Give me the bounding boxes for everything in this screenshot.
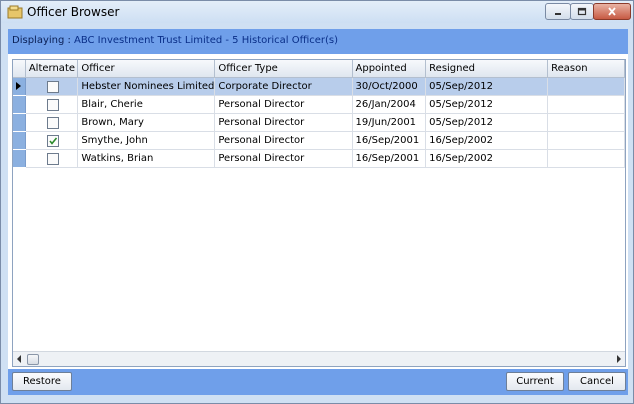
current-button[interactable]: Current	[506, 372, 564, 391]
officer-grid: Alternate Officer Officer Type Appointed…	[12, 59, 626, 367]
cancel-button[interactable]: Cancel	[568, 372, 626, 391]
scroll-left-icon[interactable]	[17, 355, 21, 363]
column-header-officer[interactable]: Officer	[77, 60, 216, 78]
window-title: Officer Browser	[27, 5, 120, 19]
appointed-cell[interactable]: 16/Sep/2001	[352, 149, 427, 168]
reason-cell[interactable]	[547, 95, 625, 114]
resigned-cell[interactable]: 05/Sep/2012	[425, 77, 549, 96]
column-header-appointed[interactable]: Appointed	[352, 60, 427, 78]
officer-type-cell[interactable]: Personal Director	[214, 131, 353, 150]
officer-cell[interactable]: Watkins, Brian	[77, 149, 216, 168]
row-indicator[interactable]	[13, 113, 26, 132]
restore-window-icon	[577, 7, 587, 16]
app-icon	[7, 5, 23, 19]
button-bar: Restore Current Cancel	[8, 369, 628, 395]
alternate-cell[interactable]	[25, 77, 79, 96]
row-indicator-header	[13, 60, 26, 78]
officer-type-cell[interactable]: Personal Director	[214, 113, 353, 132]
alternate-checkbox[interactable]	[47, 116, 60, 129]
title-bar[interactable]: Officer Browser	[1, 1, 633, 23]
officer-cell[interactable]: Blair, Cherie	[77, 95, 216, 114]
close-window-button[interactable]	[593, 3, 631, 20]
current-row-pointer-icon	[16, 82, 21, 90]
appointed-cell[interactable]: 19/Jun/2001	[352, 113, 427, 132]
reason-cell[interactable]	[547, 113, 625, 132]
officer-table: Alternate Officer Officer Type Appointed…	[13, 60, 625, 168]
content-area: Displaying : ABC Investment Trust Limite…	[8, 29, 628, 395]
alternate-checkbox[interactable]	[47, 80, 60, 93]
alternate-checkbox[interactable]	[47, 152, 60, 165]
alternate-cell[interactable]	[25, 95, 79, 114]
alternate-checkbox[interactable]	[47, 134, 60, 147]
reason-cell[interactable]	[547, 149, 625, 168]
column-header-resigned[interactable]: Resigned	[425, 60, 549, 78]
displaying-value: ABC Investment Trust Limited - 5 Histori…	[74, 35, 339, 46]
table-row[interactable]: Hebster Nominees Limited Corporate Direc…	[13, 77, 625, 96]
reason-cell[interactable]	[547, 131, 625, 150]
column-header-alternate[interactable]: Alternate	[25, 60, 79, 78]
officer-cell[interactable]: Brown, Mary	[77, 113, 216, 132]
alternate-cell[interactable]	[25, 149, 79, 168]
row-indicator[interactable]	[13, 131, 26, 150]
table-row[interactable]: Smythe, John Personal Director 16/Sep/20…	[13, 131, 625, 150]
officer-browser-window: Officer Browser Displaying : ABC Investm…	[0, 0, 634, 404]
officer-type-cell[interactable]: Corporate Director	[214, 77, 353, 96]
table-row[interactable]: Watkins, Brian Personal Director 16/Sep/…	[13, 149, 625, 168]
restore-button[interactable]: Restore	[12, 372, 72, 391]
resigned-cell[interactable]: 05/Sep/2012	[425, 95, 549, 114]
appointed-cell[interactable]: 30/Oct/2000	[352, 77, 427, 96]
officer-cell[interactable]: Smythe, John	[77, 131, 216, 150]
reason-cell[interactable]	[547, 77, 625, 96]
resigned-cell[interactable]: 16/Sep/2002	[425, 149, 549, 168]
checkmark-icon	[49, 136, 58, 145]
resigned-cell[interactable]: 05/Sep/2012	[425, 113, 549, 132]
row-indicator[interactable]	[13, 77, 26, 96]
alternate-cell[interactable]	[25, 131, 79, 150]
appointed-cell[interactable]: 26/Jan/2004	[352, 95, 427, 114]
displaying-bar: Displaying : ABC Investment Trust Limite…	[8, 29, 628, 54]
horizontal-scrollbar[interactable]	[13, 351, 625, 366]
row-indicator[interactable]	[13, 95, 26, 114]
column-header-reason[interactable]: Reason	[547, 60, 625, 78]
minimize-button[interactable]	[545, 3, 571, 20]
scrollbar-thumb[interactable]	[27, 354, 39, 365]
alternate-checkbox[interactable]	[47, 98, 60, 111]
table-header-row: Alternate Officer Officer Type Appointed…	[13, 60, 625, 78]
close-icon	[608, 7, 616, 16]
table-row[interactable]: Brown, Mary Personal Director 19/Jun/200…	[13, 113, 625, 132]
table-row[interactable]: Blair, Cherie Personal Director 26/Jan/2…	[13, 95, 625, 114]
scroll-right-icon[interactable]	[617, 355, 621, 363]
restore-window-button[interactable]	[570, 3, 594, 20]
appointed-cell[interactable]: 16/Sep/2001	[352, 131, 427, 150]
officer-cell[interactable]: Hebster Nominees Limited	[77, 77, 216, 96]
officer-type-cell[interactable]: Personal Director	[214, 149, 353, 168]
column-header-officer-type[interactable]: Officer Type	[214, 60, 353, 78]
resigned-cell[interactable]: 16/Sep/2002	[425, 131, 549, 150]
displaying-label: Displaying :	[12, 35, 71, 46]
officer-type-cell[interactable]: Personal Director	[214, 95, 353, 114]
minimize-icon	[555, 12, 561, 15]
alternate-cell[interactable]	[25, 113, 79, 132]
row-indicator[interactable]	[13, 149, 26, 168]
